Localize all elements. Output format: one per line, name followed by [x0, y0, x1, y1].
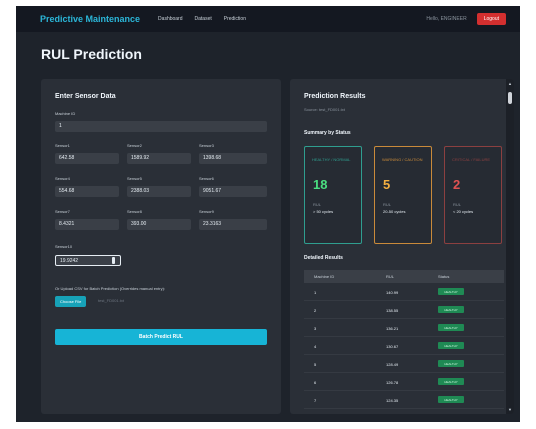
- app-window: Predictive Maintenance Dashboard Dataset…: [16, 6, 520, 422]
- status-badge: HEALTHY: [438, 306, 464, 313]
- status-badge: HEALTHY: [438, 360, 464, 367]
- table-row: 7 124.35 HEALTHY: [304, 391, 504, 409]
- sensor5-label: Sensor5: [127, 176, 142, 181]
- card-title: HEALTHY / NORMAL: [312, 157, 351, 162]
- machine-id-input[interactable]: 1: [55, 121, 267, 132]
- table-row: 8121.06HEALTHY: [304, 409, 504, 414]
- upload-instructions: Or Upload CSV for Batch Prediction (Over…: [55, 286, 166, 291]
- status-badge: HEALTHY: [438, 342, 464, 349]
- sensor4-input[interactable]: 554.68: [55, 186, 119, 197]
- cell-machine-id: 5: [314, 362, 317, 367]
- selected-file-name: test_FD001.txt: [98, 298, 125, 303]
- column-header-status: Status: [438, 274, 450, 279]
- results-panel: Prediction Results Source: test_FD001.tx…: [290, 79, 514, 414]
- results-scrollbar[interactable]: ▲ ▼: [506, 79, 514, 414]
- cell-machine-id: 6: [314, 380, 317, 385]
- cell-rul: 140.99: [386, 290, 399, 295]
- summary-card: HEALTHY / NORMAL 18 RUL > 50 cycles: [304, 146, 362, 244]
- status-badge: HEALTHY: [438, 396, 464, 403]
- sensor9-label: Sensor9: [199, 209, 214, 214]
- sensor2-input[interactable]: 1589.92: [127, 153, 191, 164]
- results-source: Source: test_FD001.txt: [304, 107, 345, 112]
- choose-file-button[interactable]: Choose File: [55, 296, 87, 307]
- summary-card: WARNING / CAUTION 5 RUL 20-50 cycles: [374, 146, 432, 244]
- sensor9-input[interactable]: 23.3163: [199, 219, 267, 230]
- sensor2-label: Sensor2: [127, 143, 142, 148]
- cell-machine-id: 4: [314, 344, 317, 349]
- sensor3-label: Sensor3: [199, 143, 214, 148]
- sensor5-input[interactable]: 2388.03: [127, 186, 191, 197]
- nav-link-dashboard[interactable]: Dashboard: [158, 16, 182, 22]
- summary-card: CRITICAL / FAILURE 2 RUL < 20 cycles: [444, 146, 502, 244]
- sensor1-input[interactable]: 642.58: [55, 153, 119, 164]
- card-count: 5: [383, 177, 391, 192]
- table-row: 1 140.99 HEALTHY: [304, 283, 504, 301]
- cell-machine-id: 3: [314, 326, 317, 331]
- sensor3-input[interactable]: 1398.68: [199, 153, 267, 164]
- cell-rul: 128.49: [386, 362, 399, 367]
- detailed-results-heading: Detailed Results: [304, 255, 343, 261]
- card-rul-label: RUL: [453, 202, 462, 207]
- table-header: Machine ID RUL Status: [304, 270, 504, 283]
- column-header-machine-id: Machine ID: [314, 274, 335, 279]
- cell-machine-id: 1: [314, 290, 317, 295]
- card-range: 20-50 cycles: [383, 209, 406, 214]
- cell-rul: 124.35: [386, 398, 399, 403]
- card-title: CRITICAL / FAILURE: [452, 157, 491, 162]
- machine-id-label: Machine ID: [55, 111, 76, 116]
- table-row: 2 138.55 HEALTHY: [304, 301, 504, 319]
- cell-rul: 136.21: [386, 326, 399, 331]
- sensor6-label: Sensor6: [199, 176, 214, 181]
- card-title: WARNING / CAUTION: [382, 157, 423, 162]
- table-row: 6 126.78 HEALTHY: [304, 373, 504, 391]
- logout-button[interactable]: Logout: [476, 13, 506, 25]
- status-badge: HEALTHY: [438, 288, 464, 295]
- brand-logo[interactable]: Predictive Maintenance: [40, 14, 140, 24]
- scroll-thumb[interactable]: [508, 92, 512, 104]
- cell-machine-id: 2: [314, 308, 317, 313]
- sensor8-label: Sensor8: [127, 209, 142, 214]
- top-navbar: Predictive Maintenance Dashboard Dataset…: [16, 6, 520, 32]
- nav-link-dataset[interactable]: Dataset: [195, 16, 212, 22]
- nav-link-prediction[interactable]: Prediction: [224, 16, 246, 22]
- sensor8-input[interactable]: 393.00: [127, 219, 191, 230]
- card-rul-label: RUL: [383, 202, 392, 207]
- card-rul-label: RUL: [313, 202, 322, 207]
- table-row: 4 130.67 HEALTHY: [304, 337, 504, 355]
- sensor4-label: Sensor4: [55, 176, 70, 181]
- sensor10-stepper[interactable]: [112, 257, 115, 264]
- table-row: 3 136.21 HEALTHY: [304, 319, 504, 337]
- sensor-form-heading: Enter Sensor Data: [55, 93, 116, 100]
- summary-heading: Summary by Status: [304, 130, 351, 136]
- card-count: 2: [453, 177, 461, 192]
- sensor-form-panel: Enter Sensor Data Machine ID 1 Sensor1 6…: [41, 79, 281, 414]
- results-heading: Prediction Results: [304, 93, 366, 100]
- batch-predict-button[interactable]: Batch Predict RUL: [55, 329, 267, 345]
- cell-rul: 138.55: [386, 308, 399, 313]
- cell-rul: 130.67: [386, 344, 399, 349]
- sensor7-label: Sensor7: [55, 209, 70, 214]
- sensor10-label: Sensor10: [55, 244, 73, 249]
- status-badge: HEALTHY: [438, 324, 464, 331]
- page-title: RUL Prediction: [41, 46, 142, 62]
- sensor1-label: Sensor1: [55, 143, 70, 148]
- welcome-text: Hello, ENGINEER: [426, 16, 467, 22]
- cell-rul: 126.78: [386, 380, 399, 385]
- card-range: > 50 cycles: [313, 209, 334, 214]
- status-badge: HEALTHY: [438, 378, 464, 385]
- card-range: < 20 cycles: [453, 209, 474, 214]
- sensor7-input[interactable]: 8.4321: [55, 219, 119, 230]
- sensor6-input[interactable]: 9051.67: [199, 186, 267, 197]
- scroll-down-icon[interactable]: ▼: [508, 407, 512, 412]
- scroll-up-icon[interactable]: ▲: [508, 81, 512, 86]
- card-count: 18: [313, 177, 328, 192]
- table-row: 5 128.49 HEALTHY: [304, 355, 504, 373]
- cell-machine-id: 7: [314, 398, 317, 403]
- column-header-rul: RUL: [386, 274, 395, 279]
